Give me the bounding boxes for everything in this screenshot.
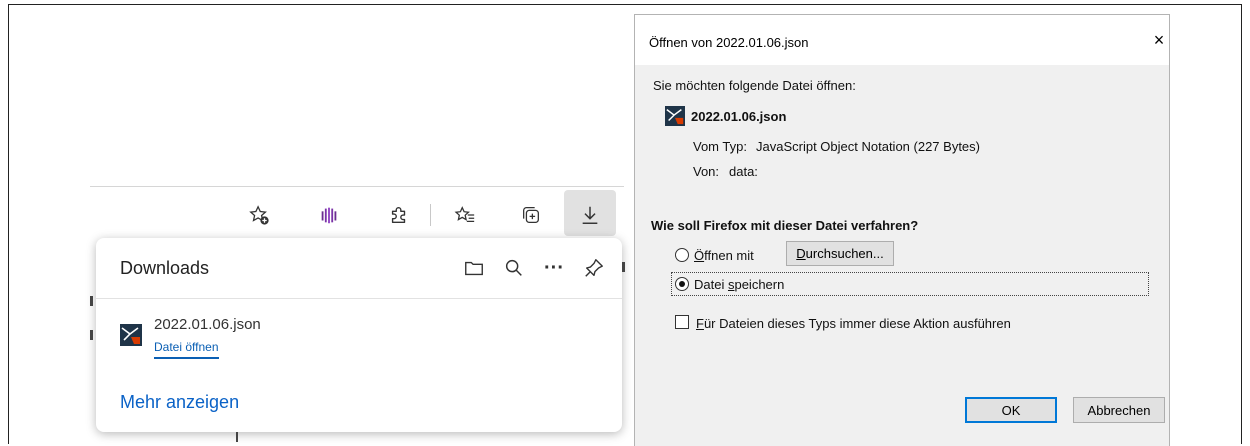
cancel-button[interactable]: Abbrechen [1073, 397, 1165, 423]
file-type-label: Vom Typ: [693, 139, 747, 154]
open-file-dialog: Öffnen von 2022.01.06.json × Sie möchten… [634, 14, 1170, 446]
save-label-rest: peichern [734, 277, 785, 292]
open-file-link[interactable]: Datei öffnen [154, 340, 219, 359]
json-file-icon [120, 324, 142, 346]
open-with-radio[interactable] [675, 248, 689, 262]
background-fragment [90, 330, 93, 340]
folder-icon[interactable] [458, 252, 490, 284]
background-fragment [90, 296, 93, 306]
ok-button[interactable]: OK [965, 397, 1057, 423]
downloads-panel: Downloads ··· 2022.01.06.json Datei öffn… [96, 238, 622, 432]
file-source-value: data: [729, 164, 758, 179]
close-icon[interactable]: × [1149, 27, 1169, 53]
more-icon[interactable]: ··· [538, 252, 570, 284]
open-with-label-rest: ffnen mit [704, 248, 754, 263]
dialog-titlebar: Öffnen von 2022.01.06.json × [635, 15, 1169, 65]
downloads-title: Downloads [120, 258, 210, 278]
browse-label-rest: urchsuchen... [805, 246, 884, 261]
file-source-label: Von: [693, 164, 720, 179]
extensions-puzzle-icon[interactable] [384, 200, 414, 230]
dialog-prompt: Sie möchten folgende Datei öffnen: [653, 78, 856, 93]
json-file-icon [665, 106, 685, 126]
action-question: Wie soll Firefox mit dieser Datei verfah… [651, 218, 919, 233]
extension-app-icon[interactable] [314, 200, 344, 230]
save-file-label[interactable]: Datei speichern [694, 277, 784, 292]
save-file-radio[interactable] [675, 277, 689, 291]
browse-accel: D [796, 246, 806, 261]
dialog-title: Öffnen von 2022.01.06.json [649, 35, 809, 50]
open-with-label[interactable]: Öffnen mit [694, 248, 754, 263]
always-label-rest: ür Dateien dieses Typs immer diese Aktio… [703, 316, 1011, 331]
background-fragment [236, 432, 238, 442]
always-accel: F [696, 316, 704, 331]
always-do-this-label[interactable]: Für Dateien dieses Typs immer diese Akti… [696, 316, 1011, 331]
save-label-pre: Datei [694, 277, 728, 292]
favorites-icon[interactable] [450, 200, 480, 230]
dialog-filename: 2022.01.06.json [691, 109, 787, 124]
toolbar-separator [430, 204, 431, 226]
favorite-add-icon[interactable] [244, 200, 274, 230]
always-do-this-checkbox[interactable] [675, 315, 689, 329]
search-icon[interactable] [498, 252, 530, 284]
downloads-header-actions: ··· [458, 252, 610, 284]
collections-icon[interactable] [516, 200, 546, 230]
browse-button[interactable]: Durchsuchen... [786, 241, 894, 266]
open-with-accel: Ö [694, 248, 705, 263]
downloads-divider [96, 298, 622, 299]
background-fragment [622, 262, 625, 272]
file-type-value: JavaScript Object Notation (227 Bytes) [756, 139, 980, 154]
show-more-link[interactable]: Mehr anzeigen [120, 392, 239, 413]
download-icon[interactable] [575, 200, 605, 230]
download-filename: 2022.01.06.json [154, 316, 261, 333]
pin-icon[interactable] [578, 252, 610, 284]
